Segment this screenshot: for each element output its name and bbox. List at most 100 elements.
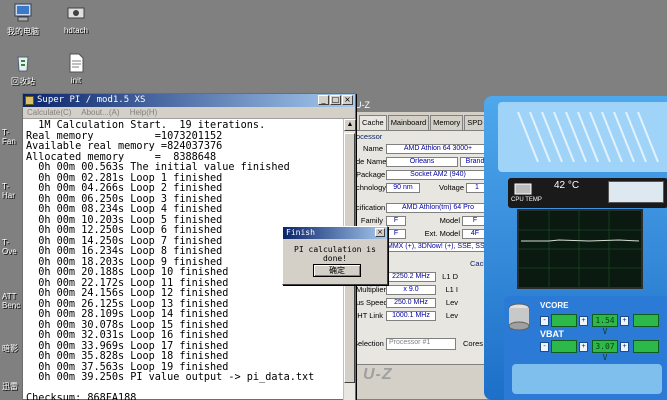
edge-icon-label[interactable]: T- Har: [2, 182, 15, 200]
tab-mainboard[interactable]: Mainboard: [387, 115, 430, 131]
selection-dropdown[interactable]: Processor #1: [386, 338, 456, 350]
dialog-title: Finish: [286, 228, 315, 237]
monitor-top-panel: [498, 102, 667, 172]
bus-speed-row: us Speed 250.0 MHz Lev: [356, 297, 460, 308]
vbat-decrease-button[interactable]: -: [540, 342, 549, 352]
cpu-temp-label: CPU TEMP: [511, 197, 542, 203]
output-line: 0h 00m 24.156s Loop 12 finished: [26, 288, 229, 299]
vcore-value-display: 1.54 V: [592, 314, 618, 336]
hdtach-icon: [67, 7, 85, 19]
ht-link-value: 1000.1 MHz: [386, 310, 436, 321]
vcore-display-a: [551, 314, 577, 327]
technology-value: 90 nm: [386, 182, 420, 193]
ext-model-label: Ext. Model: [424, 229, 460, 238]
edge-icon-label[interactable]: 暗影: [2, 344, 18, 353]
desktop-icon-label: 我的电脑: [7, 27, 39, 36]
cpu-chip-icon: [514, 183, 532, 195]
model-label: Model: [439, 216, 460, 225]
codename-value: Orleans: [386, 156, 458, 167]
ok-button[interactable]: 确定: [313, 264, 361, 277]
codename-label: de Name: [356, 157, 386, 166]
package-label: Package: [356, 170, 386, 179]
superpi-title: Super PI / mod1.5 XS: [37, 95, 146, 105]
window-controls: _ □ ×: [318, 95, 353, 105]
edge-icon-label[interactable]: T- Fan: [2, 128, 16, 146]
minimize-button[interactable]: _: [318, 95, 329, 105]
name-row: Name AMD Athlon 64 3000+: [356, 143, 490, 154]
ext-family-value: F: [386, 228, 406, 239]
technology-label: chnology: [356, 183, 386, 192]
voltage-label: Voltage: [438, 183, 464, 192]
desktop-icon-label: hdtach: [63, 26, 89, 35]
tab-memory[interactable]: Memory: [430, 115, 464, 131]
codename-row: de Name Orleans Brand: [356, 156, 490, 167]
package-value: Socket AM2 (940): [386, 169, 490, 180]
dialog-title-bar[interactable]: Finish ×: [283, 227, 387, 239]
recycle-bin-icon: [17, 56, 29, 72]
tab-spd[interactable]: SPD: [464, 115, 486, 131]
bus-speed-value: 250.0 MHz: [386, 297, 436, 308]
name-label: Name: [362, 144, 383, 153]
vcore-label: VCORE: [540, 301, 569, 310]
edge-icon-label[interactable]: 迅雷: [2, 382, 18, 391]
tab-cache[interactable]: Cache: [359, 115, 387, 131]
level2-label: Lev: [445, 298, 458, 307]
specification-value: AMD Athlon(tm) 64 Pro: [386, 202, 490, 213]
output-line: 0h 00m 28.109s Loop 14 finished: [26, 309, 229, 320]
multiplier-value: x 9.0: [386, 284, 436, 295]
vcore-display-c: [633, 314, 659, 327]
output-line: 1M Calculation Start. 19 iterations.: [26, 120, 266, 131]
init-file-icon: [69, 53, 84, 73]
vbat-display-a: [551, 340, 577, 353]
close-button[interactable]: ×: [342, 95, 353, 105]
menu-help[interactable]: Help(H): [130, 108, 158, 117]
core-speed-value: 2250.2 MHz: [386, 271, 436, 282]
cpuz-title: U-Z: [353, 98, 499, 112]
level3-label: Lev: [445, 311, 458, 320]
specification-row: cification AMD Athlon(tm) 64 Pro: [356, 202, 490, 213]
desktop-icon-hdtach[interactable]: hdtach: [53, 2, 99, 35]
superpi-menu-bar: Calculate(C) About...(A) Help(H): [23, 107, 355, 119]
multiplier-row: Multiplier x 9.0 L1 I: [356, 284, 460, 295]
desktop-icon-my-computer[interactable]: 我的电脑: [0, 2, 46, 37]
superpi-app-icon: [25, 96, 34, 105]
ht-link-row: HT Link 1000.1 MHz Lev: [356, 310, 460, 321]
vcore-decrease-button[interactable]: -: [540, 316, 549, 326]
monitor-bottom-decoration: [512, 364, 662, 394]
edge-icon-label[interactable]: T- Ove: [2, 238, 17, 256]
monitor-stripes-decoration: [517, 111, 659, 163]
desktop-icon-recycle-bin[interactable]: 回收站: [0, 52, 46, 87]
scroll-up-arrow-icon[interactable]: ▲: [344, 119, 356, 131]
family-value: F: [386, 215, 406, 226]
menu-about[interactable]: About...(A): [81, 108, 119, 117]
desktop-icon-label: 回收站: [11, 77, 35, 86]
maximize-button[interactable]: □: [330, 95, 341, 105]
family-label: Family: [360, 216, 383, 225]
cpuz-logo: U-Z: [363, 366, 393, 383]
output-line: 0h 00m 08.234s Loop 4 finished: [26, 204, 223, 215]
vcore-increase-button[interactable]: +: [579, 316, 588, 326]
vbat-display-c: [633, 340, 659, 353]
vbat-increase-button[interactable]: +: [579, 342, 588, 352]
cpu-temp-panel: CPU TEMP 42 °C: [508, 178, 667, 208]
family-row: Family F Model F: [356, 215, 488, 226]
desktop-icon-label: init: [70, 76, 82, 85]
vcore-up-button[interactable]: +: [620, 316, 629, 326]
specification-label: cification: [356, 203, 386, 212]
multiplier-label: Multiplier: [356, 285, 386, 294]
technology-row: chnology 90 nm Voltage 1: [356, 182, 488, 193]
ht-link-label: HT Link: [357, 311, 383, 320]
cpu-temp-value: 42 °C: [554, 180, 580, 191]
superpi-title-bar[interactable]: Super PI / mod1.5 XS _ □ ×: [23, 94, 355, 107]
cores-label: Cores: [463, 339, 484, 348]
desktop-icon-init[interactable]: init: [53, 52, 99, 85]
temp-graph-lines: [519, 211, 641, 287]
cpuz-selection-bar: Selection Processor #1 Cores: [353, 337, 501, 353]
vbat-up-button[interactable]: +: [620, 342, 629, 352]
menu-calculate[interactable]: Calculate(C): [27, 108, 71, 117]
edge-icon-label[interactable]: ATT Benc: [2, 292, 20, 310]
output-line: 0h 00m 04.266s Loop 2 finished: [26, 183, 223, 194]
output-line: Checksum: 868FA188: [26, 393, 137, 400]
instructions-value: MMX (+), 3DNow! (+), SSE, SSE: [386, 241, 490, 252]
dialog-close-button[interactable]: ×: [375, 228, 385, 237]
